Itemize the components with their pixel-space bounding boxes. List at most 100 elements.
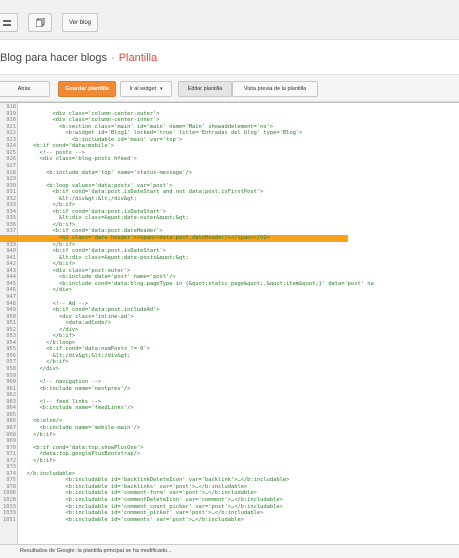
code-line[interactable]: <b:include name='feedLinks'/> <box>20 405 133 411</box>
code-line[interactable]: <b:includable id='comments' var='post'>…… <box>20 517 244 523</box>
code-line[interactable]: </div> <box>20 287 71 293</box>
template-preview-button[interactable]: Vista previa de la plantilla <box>232 81 318 97</box>
code-line[interactable]: <h2 class='date-header'><span><data:post… <box>20 235 270 241</box>
line-number: 1006 <box>3 490 16 497</box>
back-button[interactable]: Atrás <box>0 81 50 97</box>
code-line[interactable]: <!-- Ad --> <box>20 301 88 307</box>
code-line[interactable]: <b:includable id='comment_count_picker' … <box>20 504 282 510</box>
code-line[interactable]: <data:top.googlePlusBootstrap/> <box>20 451 140 457</box>
code-line[interactable]: <b:include name='mobile-main'/> <box>20 425 140 431</box>
code-editor[interactable]: 918 919 920 921 922 923 924 925 926 927 928 929 930 9… <box>0 102 459 544</box>
code-line[interactable]: <!-- navigation --> <box>20 379 101 385</box>
line-number: 1028 <box>3 497 16 503</box>
code-line[interactable]: </b:if> <box>20 242 75 248</box>
code-line[interactable]: <b:else/> <box>20 418 62 424</box>
line-number: 978 <box>6 483 16 490</box>
code-line[interactable]: &lt;/div&gt;&lt;/div&gt; <box>20 196 137 202</box>
code-line[interactable]: </b:loop> <box>20 340 75 346</box>
line-number: 955 <box>6 346 16 353</box>
line-number: 923 <box>6 136 16 143</box>
code-line[interactable]: <b:include name='nextprev'/> <box>20 386 130 392</box>
status-bar: Resultados de Google: la plantilla princ… <box>0 544 459 558</box>
line-number: 1051 <box>3 516 16 523</box>
line-number: 949 <box>6 307 16 314</box>
line-number: 1033 <box>3 503 16 510</box>
line-number: 944 <box>6 274 16 281</box>
code-line[interactable]: </b:if> <box>20 202 75 208</box>
code-line[interactable]: <b:if cond='data:post.isDateStart and no… <box>20 189 263 195</box>
code-line[interactable]: <b:if cond='data:top.showPlusOne'> <box>20 445 143 451</box>
chevron-down-icon: ▾ <box>160 86 163 92</box>
copy-button[interactable] <box>28 13 52 32</box>
line-number: 948 <box>6 300 16 307</box>
line-number: 931 <box>6 189 16 196</box>
code-line[interactable]: <b:includable id='main' var='top'> <box>20 137 182 143</box>
code-line[interactable]: </b:if> <box>20 333 75 339</box>
edit-template-button[interactable]: Editar plantilla <box>178 81 232 97</box>
page-title: Blog para hacer blogs · Plantilla <box>0 52 157 64</box>
code-line[interactable]: <b:if cond='data:post.includeAd'> <box>20 307 159 313</box>
code-line[interactable]: <div class='blog-posts hfeed'> <box>20 156 136 162</box>
save-template-button[interactable]: Guardar plantilla <box>58 81 116 97</box>
menu-button[interactable] <box>0 13 18 32</box>
blog-name[interactable]: Blog para hacer blogs <box>0 52 107 64</box>
code-line[interactable]: <!-- feed links --> <box>20 399 101 405</box>
line-number: 959 <box>6 372 16 379</box>
status-text: Resultados de Google: la plantilla princ… <box>20 548 172 554</box>
code-line[interactable]: <b:if cond='data:post.isDateStart'> <box>20 209 166 215</box>
code-line[interactable]: <b:if cond='data:mobile'> <box>20 143 114 149</box>
view-blog-button[interactable]: Ver blog <box>62 13 98 32</box>
code-line[interactable]: <!-- posts --> <box>20 150 84 156</box>
jump-to-widget-button[interactable]: Ir al widget ▾ <box>120 81 172 97</box>
line-number: 956 <box>6 352 16 359</box>
line-number: 933 <box>6 202 16 209</box>
code-line[interactable]: <div class='post-outer'> <box>20 268 130 274</box>
code-line[interactable]: &lt;div class=&quot;date-outer&quot;&gt; <box>20 215 189 221</box>
title-separator: · <box>111 52 115 64</box>
code-line[interactable]: &lt;div class=&quot;date-posts&quot;&gt; <box>20 255 189 261</box>
code-line[interactable]: </b:if> <box>20 359 69 365</box>
line-number: 971 <box>6 451 16 458</box>
code-line[interactable]: <b:if cond='data:post.dateHeader'> <box>20 228 162 234</box>
code-line[interactable]: <b:includable id='comment-form' var='pos… <box>20 490 257 496</box>
code-line[interactable]: <div class='inline-ad'> <box>20 314 134 320</box>
code-line[interactable]: </b:if> <box>20 261 75 267</box>
code-line[interactable]: <b:if cond='data:post.isDateStart'> <box>20 248 166 254</box>
line-number: 947 <box>6 293 16 300</box>
line-number: 950 <box>6 313 16 320</box>
line-number: 958 <box>6 366 16 372</box>
code-line[interactable]: <b:includable id='backlinks' var='post'>… <box>20 484 247 490</box>
code-line[interactable]: <b:loop values='data:posts' var='post'> <box>20 183 173 189</box>
code-line[interactable]: </b:includable> <box>20 471 75 477</box>
code-line[interactable]: <b:includable id='comment_picker' var='p… <box>20 510 263 516</box>
line-number: 919 <box>6 110 16 117</box>
code-line[interactable]: </b:if> <box>20 458 56 464</box>
line-number: 922 <box>6 130 16 137</box>
code-line[interactable]: <div class='column-center-inner'> <box>20 117 159 123</box>
code-line[interactable]: <b:section class='main' id='main' name='… <box>20 124 273 130</box>
line-number: 921 <box>6 123 16 130</box>
jump-to-widget-label: Ir al widget <box>129 86 157 92</box>
code-line[interactable]: <b:widget id='Blog1' locked='true' title… <box>20 130 302 136</box>
code-line[interactable]: <b:include cond='data:blog.pageType in {… <box>20 281 374 287</box>
code-line[interactable]: </div> <box>20 366 58 372</box>
code-line[interactable]: &lt;/div&gt;&lt;/div&gt; <box>20 353 130 359</box>
code-line[interactable]: </b:if> <box>20 222 75 228</box>
code-line[interactable]: <b:includable id='backlinkDeleteIcon' va… <box>20 477 289 483</box>
code-line[interactable]: <b:includable id='commentDeleteIcon' var… <box>20 497 282 503</box>
code-line[interactable]: <b:include data='post' name='post'/> <box>20 274 176 280</box>
line-number: 936 <box>6 221 16 228</box>
line-number: 941 <box>6 254 16 261</box>
code-line[interactable]: </b:if> <box>20 432 56 438</box>
code-line[interactable]: </div> <box>20 327 78 333</box>
grid-icon <box>3 19 11 26</box>
copy-icon <box>35 18 44 27</box>
code-line[interactable]: <data:adCode/> <box>20 320 110 326</box>
line-number: 932 <box>6 195 16 202</box>
code-line[interactable]: <b:include data='top' name='status-messa… <box>20 170 192 176</box>
code-line[interactable]: <div class='column-center-outer'> <box>20 111 159 117</box>
top-bar: Ver blog <box>0 0 459 40</box>
code-line[interactable]: <b:if cond='data:numPosts != 0'> <box>20 346 150 352</box>
line-number: 966 <box>6 418 16 425</box>
line-number: 957 <box>6 359 16 366</box>
